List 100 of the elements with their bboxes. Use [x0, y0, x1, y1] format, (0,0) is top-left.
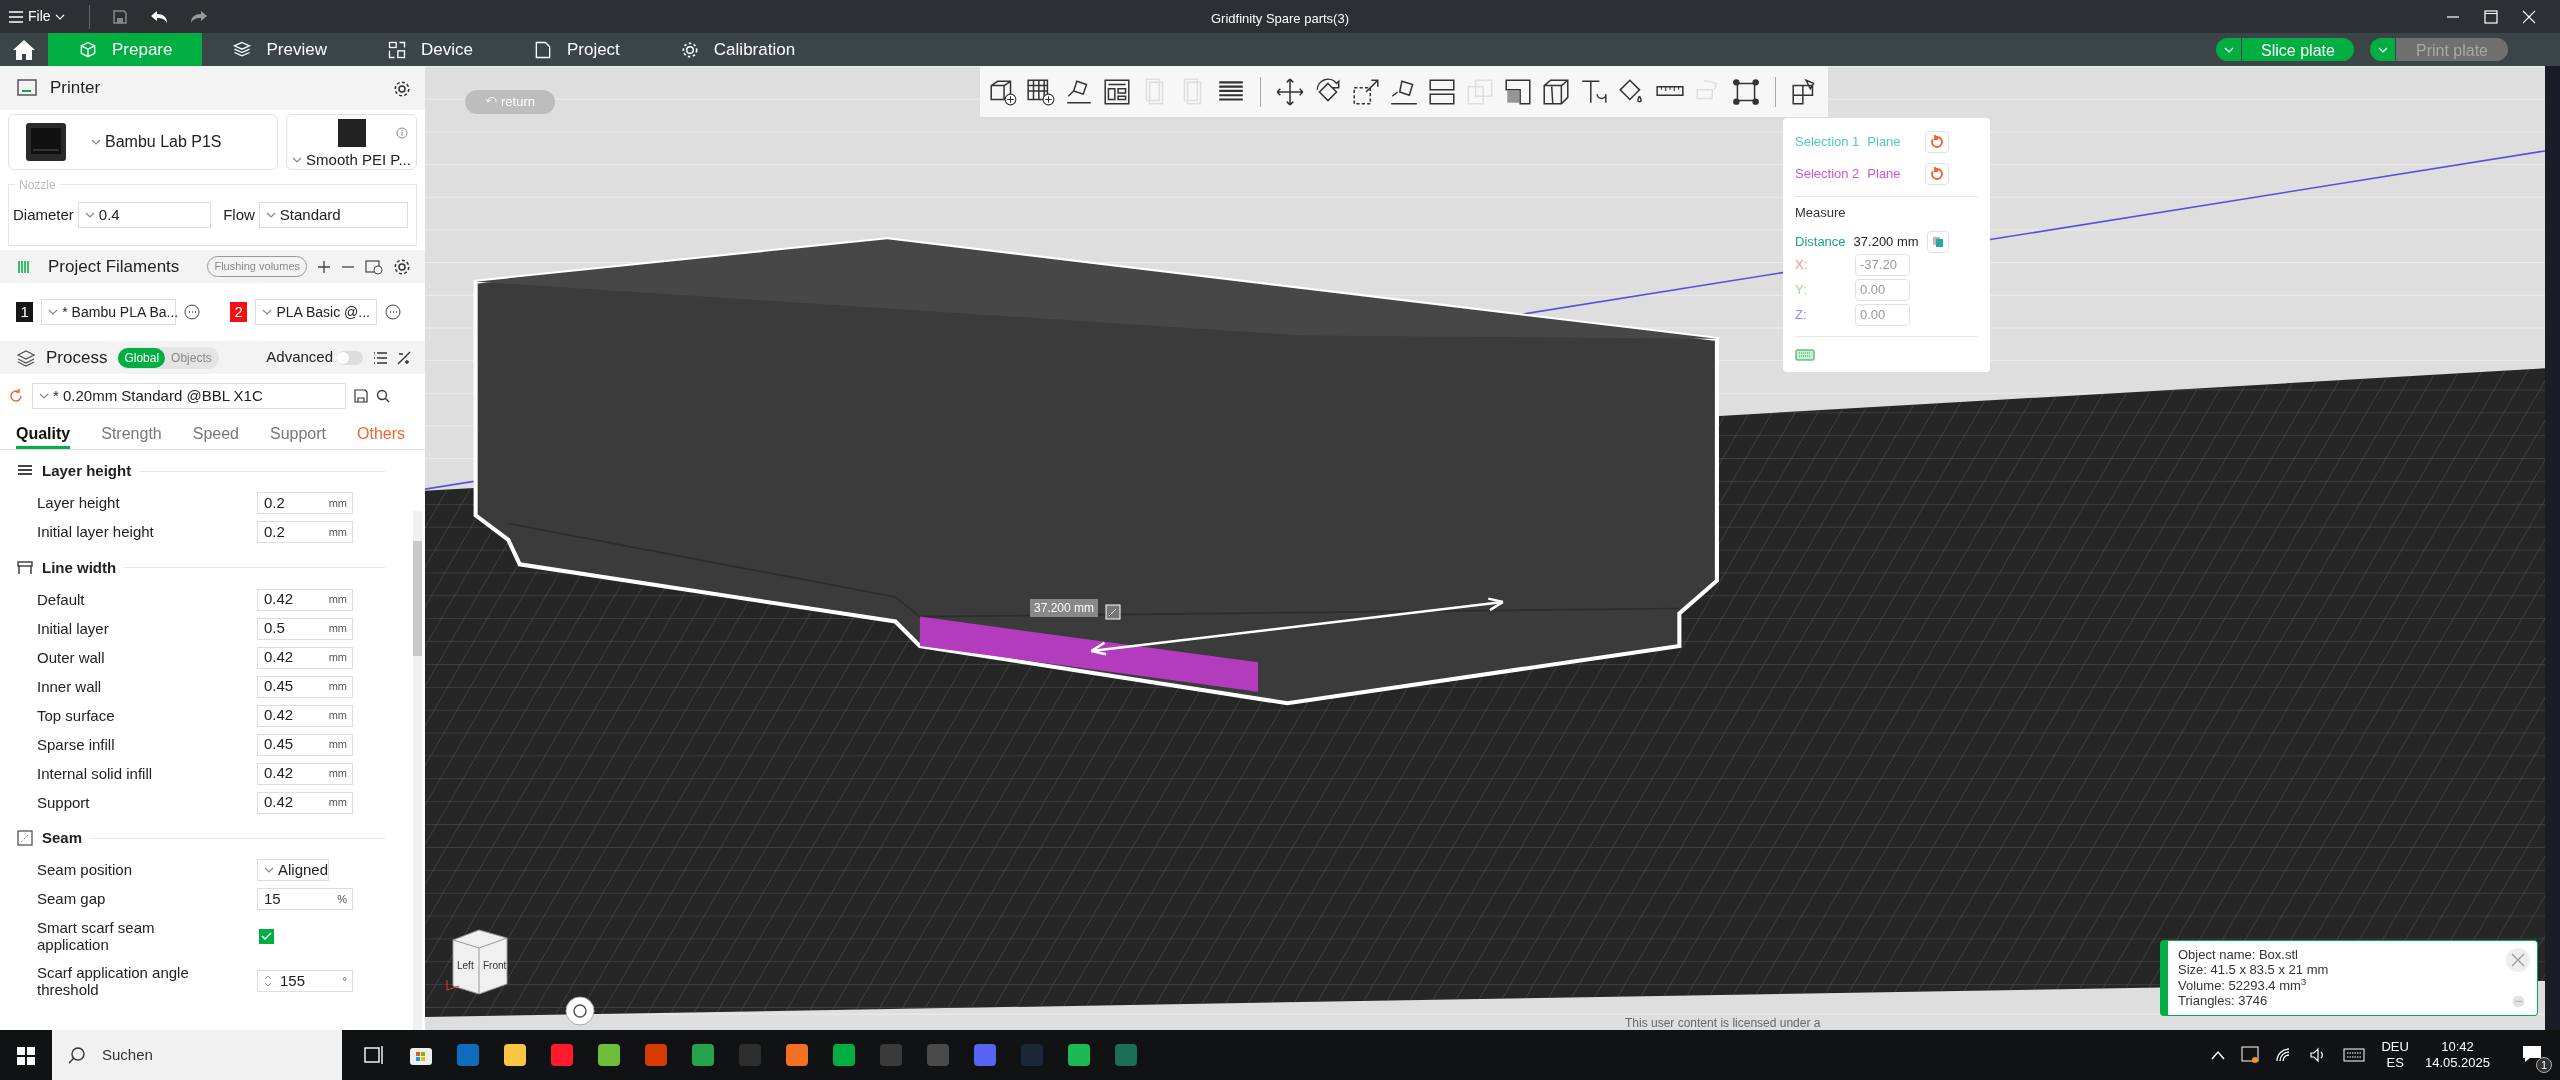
fit-tool-icon[interactable]	[1731, 76, 1761, 107]
info-line: Volume: 52293.4 mm$^{3}$	[2178, 977, 2308, 994]
number-field[interactable]: 15 %	[257, 888, 353, 910]
search-icon[interactable]	[376, 389, 390, 403]
chevron-up-icon[interactable]	[2211, 1050, 2226, 1060]
tab[interactable]: Calibration	[649, 33, 826, 66]
printer-select[interactable]: Bambu Lab P1S	[91, 130, 222, 154]
dropdown-button[interactable]	[2216, 38, 2241, 61]
save-icon[interactable]	[354, 389, 368, 403]
preset-select[interactable]: * 0.20mm Standard @BBL X1C	[32, 383, 346, 409]
section-heading: Layer height	[42, 461, 132, 481]
app-icon[interactable]	[785, 1043, 809, 1068]
dropdown-button[interactable]	[2370, 38, 2395, 61]
diameter-select[interactable]: 0.4	[77, 202, 212, 228]
sync-icon[interactable]	[2241, 1046, 2260, 1064]
maximize-icon[interactable]	[2484, 9, 2498, 24]
number-field[interactable]: 0.42 mm	[257, 646, 353, 669]
add-plate-tool-icon[interactable]	[1026, 76, 1056, 107]
distance-label: Distance	[1795, 232, 1846, 251]
number-field[interactable]: 0.45 mm	[257, 675, 353, 698]
search-field[interactable]: Suchen	[52, 1030, 342, 1080]
settings-icon[interactable]	[393, 79, 411, 98]
advanced-switch[interactable]	[337, 350, 363, 365]
copy-button[interactable]	[1926, 230, 1949, 253]
language-indicator[interactable]: DEU ES	[2381, 1038, 2409, 1072]
app-icon[interactable]	[691, 1043, 715, 1068]
add-icon[interactable]	[317, 259, 331, 274]
settings-tab[interactable]: Strength	[101, 418, 162, 449]
clock[interactable]: 10:42 14.05.2025	[2424, 1038, 2490, 1072]
cut-tool-icon[interactable]	[1427, 76, 1457, 107]
more-icon[interactable]	[184, 304, 201, 320]
compare-icon[interactable]	[397, 350, 411, 365]
settings-tab[interactable]: Support	[270, 418, 327, 449]
app-icon[interactable]	[1067, 1043, 1091, 1068]
number-field[interactable]: 0.45 mm	[257, 733, 353, 756]
reset-icon[interactable]	[8, 388, 24, 404]
app-icon[interactable]	[597, 1043, 621, 1068]
tab[interactable]: Device	[356, 33, 503, 66]
start-icon[interactable]	[16, 1045, 36, 1066]
close-icon[interactable]	[2522, 9, 2536, 24]
number-field[interactable]: 0.42 mm	[257, 588, 353, 611]
more-icon[interactable]	[385, 304, 401, 320]
view-cube-drawing[interactable]	[445, 926, 511, 998]
setting-label: Layer height	[37, 494, 121, 512]
search-icon	[68, 1046, 86, 1064]
task-view-icon[interactable]	[364, 1045, 386, 1065]
number-field[interactable]: 0.2 mm	[257, 521, 353, 543]
caret-icon	[54, 13, 65, 20]
move-tool-icon[interactable]	[1275, 76, 1305, 107]
caret-icon	[2223, 46, 2234, 53]
axis-label: Y:	[1795, 281, 1808, 300]
spinner-field[interactable]: 155 °	[257, 970, 353, 992]
info-line: Size: 41.5 x 83.5 x 21 mm	[2178, 962, 2330, 978]
list-icon[interactable]	[373, 351, 387, 364]
copy-icon	[1931, 235, 1944, 248]
file-menu[interactable]: File	[8, 6, 65, 27]
number-field[interactable]: 0.42 mm	[257, 791, 353, 814]
reset-button[interactable]	[1924, 131, 1949, 153]
section-heading: Seam	[42, 828, 83, 848]
filament-select[interactable]: * Bambu PLA Ba...	[41, 299, 177, 325]
menu-icon	[8, 9, 24, 24]
arrange-tool-icon[interactable]	[1102, 76, 1132, 107]
support-paint-tool-icon[interactable]	[1503, 76, 1533, 107]
caret-icon	[292, 157, 303, 164]
app-icon[interactable]	[832, 1043, 856, 1068]
app-icon[interactable]	[503, 1043, 527, 1068]
scale-tool-icon[interactable]	[1351, 76, 1381, 107]
tab[interactable]: Project	[502, 33, 650, 66]
settings-icon[interactable]	[393, 257, 411, 276]
number-field[interactable]: 0.2 mm	[257, 492, 353, 514]
caret-icon	[39, 393, 49, 399]
checkbox[interactable]	[259, 928, 274, 944]
section-heading: Line width	[42, 557, 117, 578]
filament-select[interactable]: PLA Basic @...	[255, 299, 377, 325]
plate-select[interactable]: Smooth PEI P...	[292, 149, 411, 172]
scrollbar[interactable]	[413, 511, 422, 1030]
reset-icon	[1929, 135, 1944, 149]
axis-label: Z:	[1795, 306, 1808, 325]
edit-icon[interactable]	[1105, 603, 1121, 620]
number-field[interactable]: 0.42 mm	[257, 704, 353, 727]
advanced-label: Advanced	[266, 347, 333, 368]
seam-icon	[16, 829, 34, 848]
number-field[interactable]: 0.42 mm	[257, 762, 353, 785]
reset-button[interactable]	[1924, 163, 1949, 185]
app-icon[interactable]	[550, 1043, 574, 1068]
redo-icon[interactable]	[189, 9, 208, 24]
filament-sync-icon[interactable]	[365, 258, 383, 275]
settings-tab[interactable]: Quality	[16, 418, 71, 449]
scrollbar[interactable]	[2545, 66, 2560, 1030]
settings-tab[interactable]: Speed	[192, 418, 239, 449]
tab[interactable]: Preview	[202, 33, 357, 66]
flow-select[interactable]: Standard	[258, 202, 408, 228]
section-title: Project Filaments	[48, 255, 180, 278]
undo-icon[interactable]	[149, 9, 168, 24]
camera-icon[interactable]	[565, 996, 595, 1026]
seam-paint-tool-icon[interactable]	[1541, 76, 1571, 107]
printer-icon	[16, 78, 40, 98]
save-icon[interactable]	[111, 8, 128, 25]
dropdown[interactable]: Aligned	[257, 859, 329, 881]
number-field[interactable]: 0.5 mm	[257, 617, 353, 640]
